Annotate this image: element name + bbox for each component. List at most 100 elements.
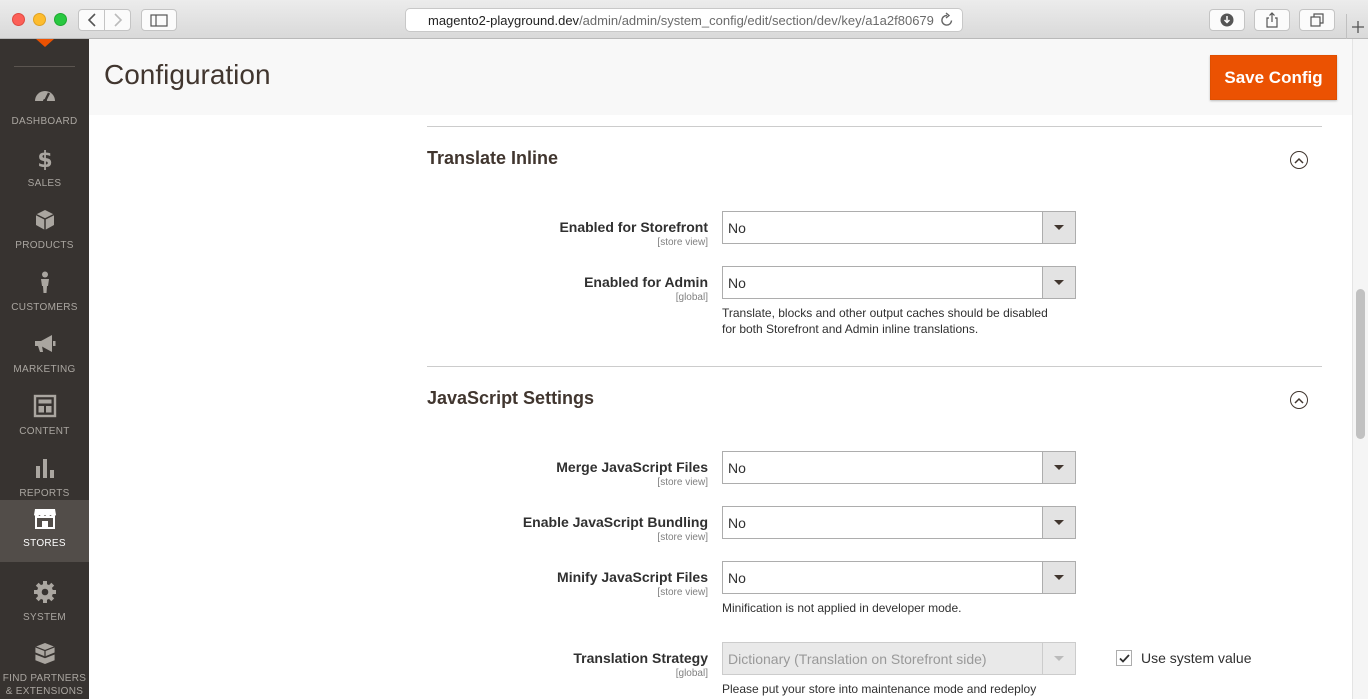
forward-button[interactable] (104, 9, 131, 31)
select-value: No (728, 569, 746, 586)
field-label-js-bundling: Enable JavaScript Bundling (522, 514, 708, 530)
scope-label: [global] (675, 668, 708, 679)
back-button[interactable] (78, 9, 105, 31)
menu-label: CUSTOMERS (11, 302, 78, 313)
downloads-button[interactable] (1209, 9, 1245, 31)
menu-label: MARKETING (13, 364, 76, 375)
dropdown-arrow-icon (1042, 212, 1075, 243)
scope-label: [store view] (657, 477, 708, 488)
menu-item-marketing[interactable]: MARKETING (0, 326, 89, 388)
menu-label: SYSTEM (23, 612, 66, 623)
new-tab-button[interactable] (1346, 14, 1368, 39)
field-label-enabled-storefront: Enabled for Storefront (559, 219, 708, 235)
magento-logo[interactable] (36, 39, 54, 47)
checkmark-icon (1118, 653, 1130, 663)
minify-js-select[interactable]: No (722, 561, 1076, 594)
note-line: Translate, blocks and other output cache… (722, 306, 1048, 320)
gear-icon (33, 581, 56, 603)
enabled-admin-select[interactable]: No (722, 266, 1076, 299)
megaphone-icon (34, 335, 55, 352)
page-title: Configuration (104, 59, 271, 90)
menu-label-line: FIND PARTNERS (2, 673, 87, 684)
field-note: Minification is not applied in developer… (722, 601, 962, 615)
url-host: magento2-playground.dev (428, 12, 580, 28)
select-value: No (728, 459, 746, 476)
layout-icon (33, 394, 56, 418)
vertical-scrollbar[interactable] (1352, 39, 1368, 699)
collapse-translate-inline-button[interactable] (1290, 151, 1308, 169)
collapse-javascript-settings-button[interactable] (1290, 391, 1308, 409)
chevron-up-icon (1294, 157, 1304, 164)
select-value: No (728, 514, 746, 531)
field-note: Please put your store into maintenance m… (722, 682, 1037, 696)
scrollbar-thumb[interactable] (1356, 289, 1365, 439)
field-label-merge-js: Merge JavaScript Files (556, 459, 708, 475)
select-value: No (728, 219, 746, 236)
menu-item-content[interactable]: CONTENT (0, 388, 89, 450)
url-path: /admin/admin/system_config/edit/section/… (579, 12, 934, 28)
use-system-value-checkbox[interactable] (1116, 650, 1132, 666)
menu-item-sales[interactable]: $ SALES (0, 140, 89, 202)
use-system-value[interactable]: Use system value (1116, 650, 1251, 666)
section-divider (427, 366, 1322, 367)
save-config-button[interactable]: Save Config (1210, 55, 1337, 100)
field-label-translation-strategy: Translation Strategy (573, 650, 708, 666)
select-value: No (728, 274, 746, 291)
download-icon (1220, 13, 1234, 27)
menu-item-system[interactable]: SYSTEM (0, 574, 89, 636)
show-tabs-button[interactable] (1299, 9, 1335, 31)
field-note: Translate, blocks and other output cache… (722, 305, 1082, 337)
url-text: magento2-playground.dev/admin/admin/syst… (428, 13, 934, 28)
scope-label: [store view] (657, 587, 708, 598)
note-line: for both Storefront and Admin inline tra… (722, 322, 979, 336)
dropdown-arrow-icon (1042, 267, 1075, 298)
sidebar-icon (150, 13, 168, 27)
address-bar[interactable]: magento2-playground.dev/admin/admin/syst… (405, 8, 963, 32)
use-system-value-label[interactable]: Use system value (1141, 650, 1251, 666)
dropdown-arrow-icon (1042, 507, 1075, 538)
menu-item-customers[interactable]: CUSTOMERS (0, 264, 89, 326)
dropdown-arrow-icon (1042, 562, 1075, 593)
dropdown-arrow-icon (1042, 452, 1075, 483)
menu-label: PRODUCTS (15, 240, 74, 251)
menu-label-line: & EXTENSIONS (5, 686, 84, 697)
plus-icon (1351, 20, 1364, 33)
dashboard-icon (34, 91, 55, 103)
person-icon (40, 271, 49, 293)
js-bundling-select[interactable]: No (722, 506, 1076, 539)
section-divider (427, 126, 1322, 127)
menu-item-stores[interactable]: STORES (0, 500, 89, 562)
menu-divider (14, 66, 75, 67)
translation-strategy-select[interactable]: Dictionary (Translation on Storefront si… (722, 642, 1076, 675)
scope-label: [global] (675, 292, 708, 303)
select-value: Dictionary (Translation on Storefront si… (728, 650, 987, 667)
zoom-window-button[interactable] (54, 13, 67, 26)
minimize-window-button[interactable] (33, 13, 46, 26)
config-content: Translate Inline Enabled for Storefront … (89, 115, 1352, 699)
field-label-enabled-admin: Enabled for Admin (584, 274, 708, 290)
enabled-storefront-select[interactable]: No (722, 211, 1076, 244)
merge-js-select[interactable]: No (722, 451, 1076, 484)
section-title-translate-inline[interactable]: Translate Inline (427, 148, 558, 169)
tabs-icon (1310, 13, 1324, 27)
close-window-button[interactable] (12, 13, 25, 26)
bar-chart-icon (35, 459, 54, 478)
box-icon (35, 210, 54, 230)
chevron-right-icon (113, 13, 122, 27)
svg-text:$: $ (37, 148, 52, 170)
menu-label: CONTENT (19, 426, 70, 437)
menu-item-find-partners[interactable]: FIND PARTNERS & EXTENSIONS (0, 636, 89, 698)
share-button[interactable] (1254, 9, 1290, 31)
section-title-javascript-settings[interactable]: JavaScript Settings (427, 388, 594, 409)
reload-icon[interactable] (940, 12, 954, 28)
blocks-icon (34, 642, 55, 665)
menu-item-products[interactable]: PRODUCTS (0, 202, 89, 264)
chevron-up-icon (1294, 397, 1304, 404)
browser-toolbar: magento2-playground.dev/admin/admin/syst… (0, 0, 1368, 39)
menu-item-dashboard[interactable]: DASHBOARD (0, 78, 89, 140)
chevron-left-icon (87, 13, 96, 27)
sidebar-toggle-button[interactable] (141, 9, 177, 31)
scope-label: [store view] (657, 237, 708, 248)
scope-label: [store view] (657, 532, 708, 543)
menu-label: SALES (27, 178, 62, 189)
